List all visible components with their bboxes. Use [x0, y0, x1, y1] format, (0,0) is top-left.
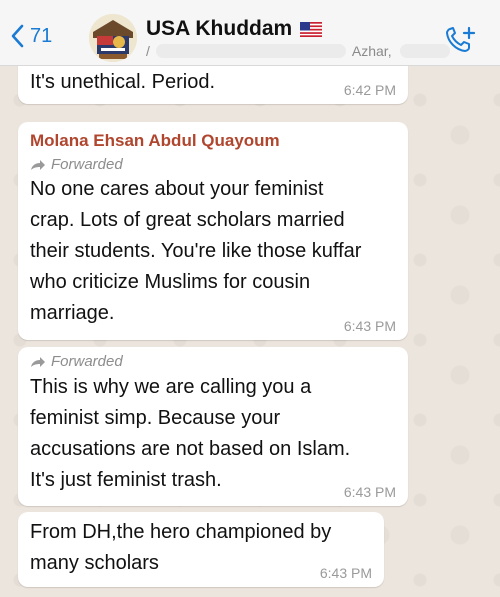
message-time: 6:43 PM [319, 565, 372, 581]
redacted-participants-2 [399, 44, 450, 58]
message-body: This is why we are calling you a feminis… [30, 372, 350, 496]
message-line: feminist simp. Because your [30, 407, 281, 429]
message-line: It's just feminist trash. [30, 469, 222, 491]
message-line: crap. Lots of great scholars married [30, 209, 345, 231]
message-time: 6:42 PM [343, 82, 396, 98]
chevron-left-icon [11, 24, 24, 48]
forward-arrow-icon [31, 159, 45, 170]
message-line: marriage. [30, 302, 115, 324]
message-time: 6:43 PM [343, 484, 396, 500]
subtitle-prefix: / [146, 43, 150, 59]
add-call-icon[interactable] [444, 24, 478, 54]
group-avatar[interactable] [89, 14, 137, 62]
group-name: USA Khuddam [146, 17, 293, 40]
message-line: many scholars [30, 552, 159, 574]
participant-name: Azhar, [351, 43, 392, 59]
message-line: From DH,the hero championed by [30, 521, 332, 543]
back-button[interactable]: 71 [10, 24, 52, 48]
unread-count: 71 [30, 24, 53, 47]
message-body: From DH,the hero championed by many scho… [30, 517, 331, 579]
message-line: who criticize Muslims for cousin [30, 271, 311, 293]
message-bubble[interactable]: Forwarded This is why we are calling you… [18, 347, 408, 506]
forwarded-label: Forwarded [30, 156, 123, 173]
forward-arrow-icon [31, 356, 45, 367]
chat-title[interactable]: USA Khuddam [146, 17, 323, 41]
message-line: their students. You're like those kuffar [30, 240, 362, 262]
message-line: accusations are not based on Islam. [30, 438, 351, 460]
forwarded-text: Forwarded [51, 353, 123, 370]
message-line: No one cares about your feminist [30, 178, 324, 200]
message-bubble[interactable]: From DH,the hero championed by many scho… [18, 512, 384, 587]
redacted-participants [155, 44, 346, 58]
participants-subtitle: / Azhar, [146, 42, 450, 60]
us-flag-icon [300, 21, 323, 37]
chat-header: 71 USA Khuddam / Azhar, [0, 0, 500, 66]
message-line: This is why we are calling you a [30, 376, 312, 398]
message-time: 6:43 PM [343, 318, 396, 334]
sender-name[interactable]: Molana Ehsan Abdul Quayoum [30, 131, 280, 151]
forwarded-text: Forwarded [51, 156, 123, 173]
message-bubble[interactable]: Molana Ehsan Abdul Quayoum Forwarded No … [18, 122, 408, 340]
message-body: No one cares about your feminist crap. L… [30, 174, 361, 329]
message-text: It's unethical. Period. [30, 71, 216, 93]
forwarded-label: Forwarded [30, 353, 123, 370]
